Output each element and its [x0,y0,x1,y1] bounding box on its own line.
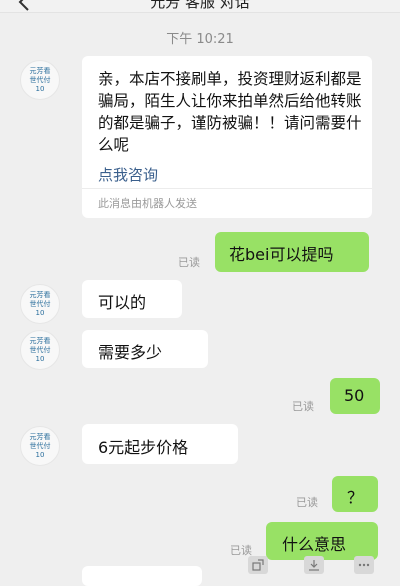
sent-message-bubble[interactable]: ？ [332,476,378,512]
avatar-text: 元芳看 [29,336,51,345]
more-icon[interactable] [354,556,374,574]
received-message-bubble[interactable]: 可以的 [82,280,182,318]
sent-message-bubble[interactable]: 花bei可以提吗 [215,232,369,272]
bot-card-bubble: 亲，本店不接刷单，投资理财返利都是骗局，陌生人让你来拍单然后给他转账的都是骗子，… [82,56,372,218]
consult-link[interactable]: 点我咨询 [98,164,158,185]
avatar-text: 世代付 [29,441,51,450]
share-icon[interactable] [248,556,268,574]
received-message-bubble[interactable] [82,566,202,586]
bot-footer-note: 此消息由机器人发送 [98,197,197,210]
avatar-text: 10 [35,354,45,363]
chat-header: 元芳 客服 对话 [0,0,400,13]
avatar-text: 世代付 [29,345,51,354]
timestamp: 下午 10:21 [166,32,234,47]
avatar[interactable]: 元芳看 世代付 10 [20,426,60,466]
sent-message-bubble[interactable]: 50 [330,378,380,414]
avatar-text: 世代付 [29,75,51,84]
received-message-bubble[interactable]: 需要多少 [82,330,208,368]
divider [82,188,372,189]
message-text: 50 [344,386,365,405]
read-status: 已读 [178,256,200,269]
sent-message-bubble[interactable]: 什么意思 [266,522,378,560]
chat-title: 元芳 客服 对话 [150,0,250,11]
message-text: 什么意思 [282,535,347,554]
read-status: 已读 [296,496,318,509]
message-text: 需要多少 [98,343,163,362]
avatar-text: 10 [35,450,45,459]
message-text: 可以的 [98,293,147,312]
message-text: 花bei可以提吗 [229,245,334,264]
download-icon[interactable] [304,556,324,574]
avatar-text: 10 [35,308,45,317]
message-text: ？ [347,488,364,507]
avatar-text: 元芳看 [29,432,51,441]
avatar[interactable]: 元芳看 世代付 10 [20,284,60,324]
received-message-bubble[interactable]: 6元起步价格 [82,424,238,464]
avatar-text: 10 [35,84,45,93]
read-status: 已读 [292,400,314,413]
avatar-text: 元芳看 [29,290,51,299]
avatar-text: 元芳看 [29,66,51,75]
avatar-text: 世代付 [29,299,51,308]
avatar[interactable]: 元芳看 世代付 10 [20,330,60,370]
card-text: 亲，本店不接刷单，投资理财返利都是骗局，陌生人让你来拍单然后给他转账的都是骗子，… [98,70,362,154]
avatar[interactable]: 元芳看 世代付 10 [20,60,60,100]
message-text: 6元起步价格 [98,438,189,457]
